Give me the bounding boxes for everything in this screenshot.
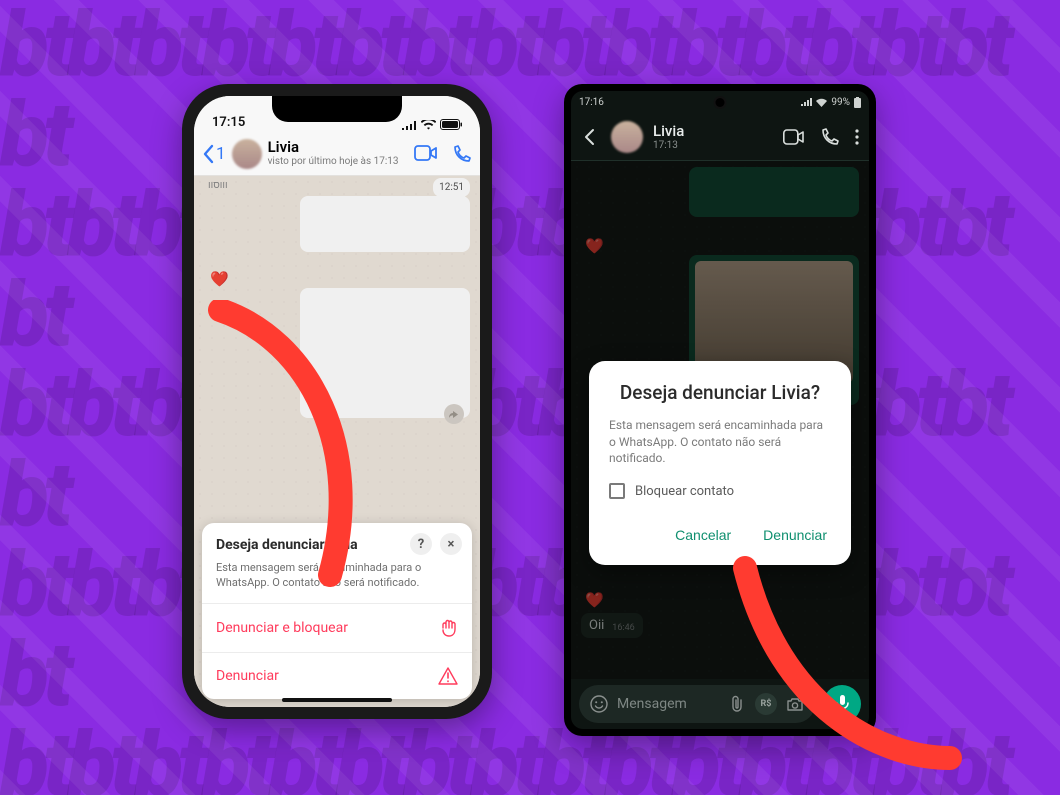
- close-button[interactable]: ×: [440, 533, 462, 555]
- contact-avatar[interactable]: [611, 121, 643, 153]
- back-count: 1: [216, 144, 226, 164]
- warning-triangle-icon: [438, 667, 458, 685]
- video-call-icon[interactable]: [783, 129, 805, 145]
- more-menu-icon[interactable]: [855, 129, 859, 145]
- home-indicator[interactable]: [282, 698, 392, 702]
- hand-stop-icon: [440, 618, 458, 638]
- iphone-screen: 17:15 1 Livia visto por último hoje às 1…: [194, 96, 480, 707]
- payment-icon[interactable]: R$: [755, 693, 777, 715]
- whatsapp-android-header: Livia 17:13: [571, 113, 869, 161]
- attach-icon[interactable]: [727, 694, 747, 714]
- dialog-body: Esta mensagem será encaminhada para o Wh…: [609, 417, 831, 467]
- whatsapp-ios-header: 1 Livia visto por último hoje às 17:13: [194, 132, 480, 176]
- back-arrow-icon[interactable]: [581, 127, 601, 147]
- android-screen: 17:16 99% Livia 17:13: [571, 91, 869, 729]
- checkbox-box-icon: [609, 483, 625, 499]
- chat-body[interactable]: וווסוו 12:51 ❤️ Deseja denunciar Livia ?…: [194, 176, 480, 707]
- dialog-title: Deseja denunciar Livia?: [609, 381, 831, 405]
- contact-last-seen: visto por último hoje às 17:13: [268, 156, 408, 168]
- wifi-icon: [421, 120, 436, 130]
- report-only-button[interactable]: Denunciar: [202, 652, 472, 699]
- chevron-left-icon: [202, 144, 214, 164]
- report-and-block-label: Denunciar e bloquear: [216, 620, 348, 636]
- ios-status-time: 17:15: [212, 115, 245, 130]
- contact-time: 17:13: [653, 140, 773, 151]
- battery-icon: [854, 97, 861, 108]
- wifi-icon: [816, 98, 827, 107]
- voice-record-button[interactable]: [823, 685, 861, 723]
- camera-punch-hole: [716, 98, 725, 107]
- camera-icon[interactable]: [785, 694, 805, 714]
- battery-icon: [440, 119, 462, 130]
- contact-name: Livia: [653, 122, 773, 140]
- battery-percent: 99%: [831, 97, 850, 108]
- contact-name: Livia: [268, 139, 408, 156]
- chat-title-block[interactable]: Livia 17:13: [653, 122, 773, 151]
- signal-icon: [401, 120, 417, 130]
- android-frame: 17:16 99% Livia 17:13: [564, 84, 876, 736]
- back-button[interactable]: 1: [202, 144, 226, 164]
- ios-status-icons: [401, 119, 462, 130]
- video-call-icon[interactable]: [414, 144, 438, 162]
- chat-title-block[interactable]: Livia visto por último hoje às 17:13: [268, 139, 408, 168]
- signal-icon: [801, 98, 812, 107]
- emoji-icon[interactable]: [589, 694, 609, 714]
- iphone-frame: 17:15 1 Livia visto por último hoje às 1…: [182, 84, 492, 719]
- voice-call-icon[interactable]: [452, 144, 472, 164]
- iphone-notch: [272, 96, 402, 122]
- voice-call-icon[interactable]: [821, 128, 839, 146]
- sheet-subtitle: Esta mensagem será encaminhada para o Wh…: [216, 561, 458, 591]
- report-only-label: Denunciar: [216, 668, 279, 684]
- checkbox-label: Bloquear contato: [635, 484, 734, 499]
- report-action-sheet: Deseja denunciar Livia ? × Esta mensagem…: [202, 523, 472, 699]
- message-input-bar: Mensagem R$: [571, 679, 869, 729]
- block-contact-checkbox[interactable]: Bloquear contato: [609, 483, 831, 499]
- report-and-block-button[interactable]: Denunciar e bloquear: [202, 603, 472, 652]
- contact-avatar[interactable]: [232, 139, 262, 169]
- report-button[interactable]: Denunciar: [759, 521, 831, 549]
- chat-body[interactable]: ❤️ ❤️ Oii 16:46 Deseja denunciar Livia? …: [571, 161, 869, 679]
- report-dialog: Deseja denunciar Livia? Esta mensagem se…: [589, 361, 851, 565]
- android-status-time: 17:16: [579, 97, 604, 108]
- cancel-button[interactable]: Cancelar: [671, 521, 735, 549]
- input-placeholder: Mensagem: [617, 696, 719, 712]
- message-input[interactable]: Mensagem R$: [579, 685, 815, 723]
